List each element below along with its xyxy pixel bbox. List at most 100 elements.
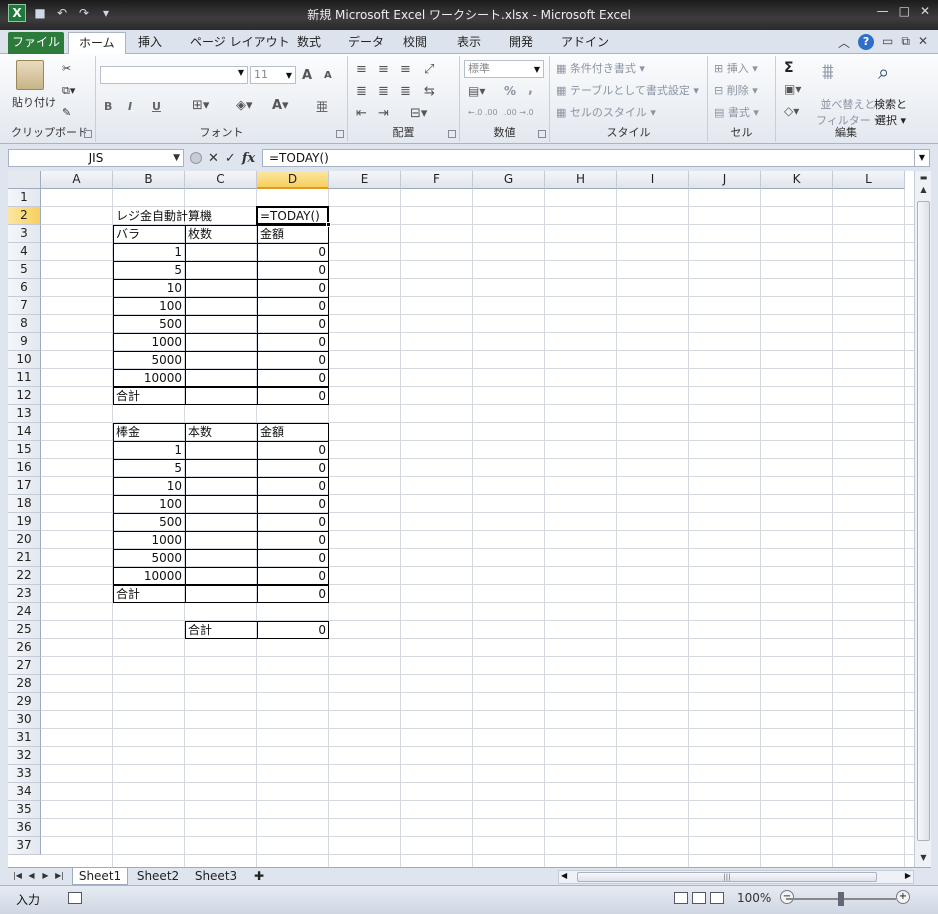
cell-b15[interactable]: 1	[113, 441, 185, 459]
row-header-25[interactable]: 25	[8, 621, 41, 639]
copy-icon[interactable]: ⧉▾	[62, 84, 75, 98]
insert-sheet-icon[interactable]: ✚	[248, 868, 270, 885]
tab-insert[interactable]: 挿入	[128, 32, 172, 54]
fill-handle[interactable]	[326, 222, 331, 227]
find-select-icon[interactable]: ⌕	[878, 60, 889, 84]
cell-d17[interactable]: 0	[257, 477, 329, 495]
cell-d16[interactable]: 0	[257, 459, 329, 477]
cell-d11[interactable]: 0	[257, 369, 329, 387]
shrink-font-icon[interactable]: A	[324, 70, 332, 81]
select-all-corner[interactable]	[8, 171, 41, 189]
scroll-right-icon[interactable]: ▶	[905, 871, 911, 880]
cell-b23[interactable]: 合計	[113, 585, 185, 603]
italic-button[interactable]: I	[128, 100, 132, 113]
font-color-icon[interactable]: A▾	[272, 98, 289, 113]
column-header-c[interactable]: C	[185, 171, 257, 189]
column-header-j[interactable]: J	[689, 171, 761, 189]
fill-icon[interactable]: ▣▾	[784, 82, 801, 96]
cell-b16[interactable]: 5	[113, 459, 185, 477]
row-header-8[interactable]: 8	[8, 315, 41, 333]
paste-button[interactable]: 貼り付け	[12, 94, 56, 110]
cell-b10[interactable]: 5000	[113, 351, 185, 369]
row-header-10[interactable]: 10	[8, 351, 41, 369]
row-header-33[interactable]: 33	[8, 765, 41, 783]
currency-icon[interactable]: ▤▾	[468, 84, 485, 98]
tab-developer[interactable]: 開発	[499, 32, 543, 54]
cell-b14[interactable]: 棒金	[113, 423, 185, 441]
column-header-i[interactable]: I	[617, 171, 689, 189]
cell-d8[interactable]: 0	[257, 315, 329, 333]
align-right-icon[interactable]: ≣	[400, 84, 411, 99]
row-header-15[interactable]: 15	[8, 441, 41, 459]
row-header-17[interactable]: 17	[8, 477, 41, 495]
maximize-icon[interactable]: □	[899, 4, 910, 18]
format-as-table-button[interactable]: ▦ テーブルとして書式設定 ▾	[556, 82, 699, 98]
close-icon[interactable]: ✕	[920, 4, 930, 18]
wrap-text-icon[interactable]: ⇆	[424, 84, 435, 99]
column-header-a[interactable]: A	[41, 171, 113, 189]
grow-font-icon[interactable]: A	[302, 68, 312, 83]
normal-view-icon[interactable]	[674, 892, 688, 904]
cell-c25[interactable]: 合計	[185, 621, 257, 639]
align-left-icon[interactable]: ≣	[356, 84, 367, 99]
expand-formula-bar-icon[interactable]: ▼	[914, 149, 930, 167]
clipboard-launcher-icon[interactable]	[84, 130, 92, 138]
row-header-6[interactable]: 6	[8, 279, 41, 297]
cell-d20[interactable]: 0	[257, 531, 329, 549]
row-header-12[interactable]: 12	[8, 387, 41, 405]
font-name-combo[interactable]: ▼	[100, 66, 248, 84]
row-header-16[interactable]: 16	[8, 459, 41, 477]
zoom-in-icon[interactable]: +	[896, 890, 910, 904]
format-cells-button[interactable]: ▤ 書式 ▾	[714, 104, 759, 120]
enter-entry-icon[interactable]: ✓	[225, 151, 236, 166]
tab-review[interactable]: 校閲	[393, 32, 437, 54]
row-header-27[interactable]: 27	[8, 657, 41, 675]
zoom-slider-knob[interactable]	[838, 892, 844, 906]
tab-file[interactable]: ファイル	[8, 32, 64, 54]
align-middle-icon[interactable]: ≡	[378, 62, 389, 77]
row-header-28[interactable]: 28	[8, 675, 41, 693]
row-header-32[interactable]: 32	[8, 747, 41, 765]
cell-b20[interactable]: 1000	[113, 531, 185, 549]
collapse-ribbon-icon[interactable]: ︿	[838, 34, 850, 51]
cell-d5[interactable]: 0	[257, 261, 329, 279]
autosum-button[interactable]: Σ	[784, 60, 794, 76]
next-sheet-icon[interactable]: ▶	[40, 869, 51, 883]
sort-filter-icon[interactable]: ⩩	[822, 60, 834, 85]
tab-data[interactable]: データ	[338, 32, 394, 54]
row-header-1[interactable]: 1	[8, 189, 41, 207]
row-header-24[interactable]: 24	[8, 603, 41, 621]
sheet-tab-sheet1[interactable]: Sheet1	[72, 868, 128, 885]
merge-center-icon[interactable]: ⊟▾	[410, 106, 427, 121]
cell-b3[interactable]: バラ	[113, 225, 185, 243]
cell-b7[interactable]: 100	[113, 297, 185, 315]
align-center-icon[interactable]: ≣	[378, 84, 389, 99]
phonetic-icon[interactable]: 亜	[316, 98, 328, 115]
zoom-level[interactable]: 100%	[737, 891, 771, 905]
cell-d15[interactable]: 0	[257, 441, 329, 459]
row-header-29[interactable]: 29	[8, 693, 41, 711]
column-header-f[interactable]: F	[401, 171, 473, 189]
help-icon[interactable]: ?	[858, 34, 875, 50]
column-header-b[interactable]: B	[113, 171, 185, 189]
font-launcher-icon[interactable]	[336, 130, 344, 138]
name-box-dropdown-icon[interactable]: ▼	[173, 150, 180, 166]
row-header-5[interactable]: 5	[8, 261, 41, 279]
row-header-13[interactable]: 13	[8, 405, 41, 423]
page-layout-view-icon[interactable]	[692, 892, 706, 904]
borders-icon[interactable]: ⊞▾	[192, 98, 209, 113]
cut-icon[interactable]: ✂	[62, 62, 71, 75]
cell-d19[interactable]: 0	[257, 513, 329, 531]
row-header-21[interactable]: 21	[8, 549, 41, 567]
fill-color-icon[interactable]: ◈▾	[236, 98, 253, 113]
doc-minimize-icon[interactable]: ▭	[882, 34, 893, 51]
cancel-entry-icon[interactable]: ✕	[208, 151, 219, 166]
number-format-combo[interactable]: 標準 ▼	[464, 60, 544, 78]
doc-restore-icon[interactable]: ⧉	[901, 34, 910, 51]
cell-b4[interactable]: 1	[113, 243, 185, 261]
row-header-30[interactable]: 30	[8, 711, 41, 729]
column-header-k[interactable]: K	[761, 171, 833, 189]
sheet-tab-sheet2[interactable]: Sheet2	[130, 868, 186, 885]
column-header-l[interactable]: L	[833, 171, 905, 189]
macro-record-icon[interactable]	[68, 892, 82, 904]
